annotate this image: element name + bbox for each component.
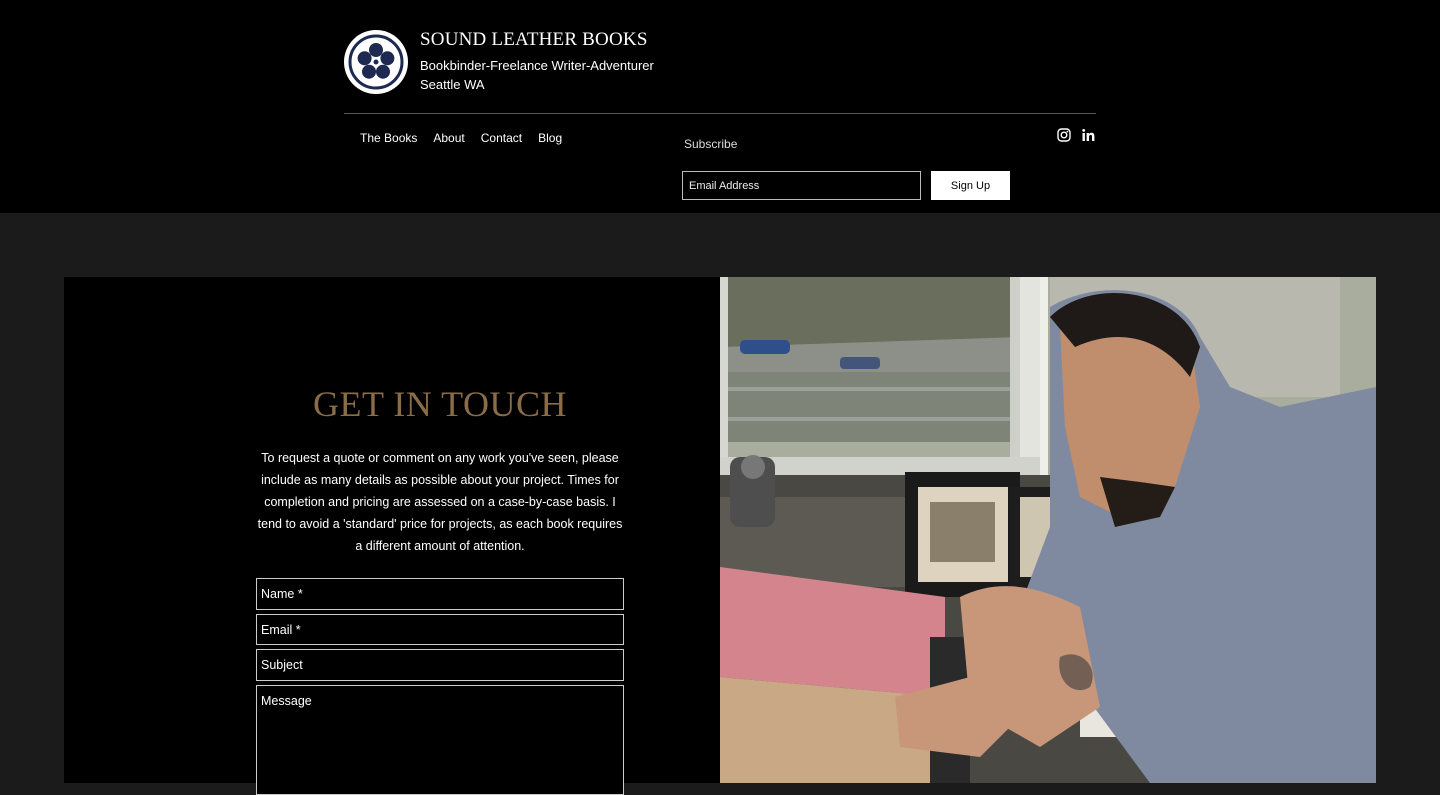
nav-item-contact[interactable]: Contact: [473, 130, 530, 148]
site-header: SOUND LEATHER BOOKS Bookbinder-Freelance…: [0, 0, 1440, 213]
message-field[interactable]: [256, 685, 624, 795]
flower-crest-icon: [348, 34, 404, 90]
site-subtitle: Bookbinder-Freelance Writer-Adventurer: [420, 58, 654, 73]
instagram-icon[interactable]: [1057, 128, 1071, 142]
email-field[interactable]: [256, 614, 624, 645]
contact-panel: GET IN TOUCH To request a quote or comme…: [64, 277, 720, 795]
nav-item-about[interactable]: About: [425, 130, 472, 148]
contact-description: To request a quote or comment on any wor…: [257, 451, 623, 553]
site-title[interactable]: SOUND LEATHER BOOKS: [420, 29, 648, 51]
main-nav: The Books About Contact Blog: [352, 130, 570, 148]
subscribe-email-input[interactable]: [682, 171, 921, 200]
header-divider: [344, 113, 1096, 114]
subscribe-label: Subscribe: [684, 137, 738, 151]
sign-up-button[interactable]: Sign Up: [931, 171, 1010, 200]
contact-heading: GET IN TOUCH: [312, 384, 567, 424]
bookbinder-photo: [720, 277, 1376, 783]
social-bar: [1057, 128, 1095, 142]
subject-field[interactable]: [256, 649, 624, 681]
nav-item-the-books[interactable]: The Books: [352, 130, 425, 148]
logo[interactable]: [344, 30, 408, 94]
linkedin-icon[interactable]: [1081, 128, 1095, 142]
site-location: Seattle WA: [420, 77, 485, 92]
name-field[interactable]: [256, 578, 624, 610]
nav-item-blog[interactable]: Blog: [530, 130, 570, 148]
